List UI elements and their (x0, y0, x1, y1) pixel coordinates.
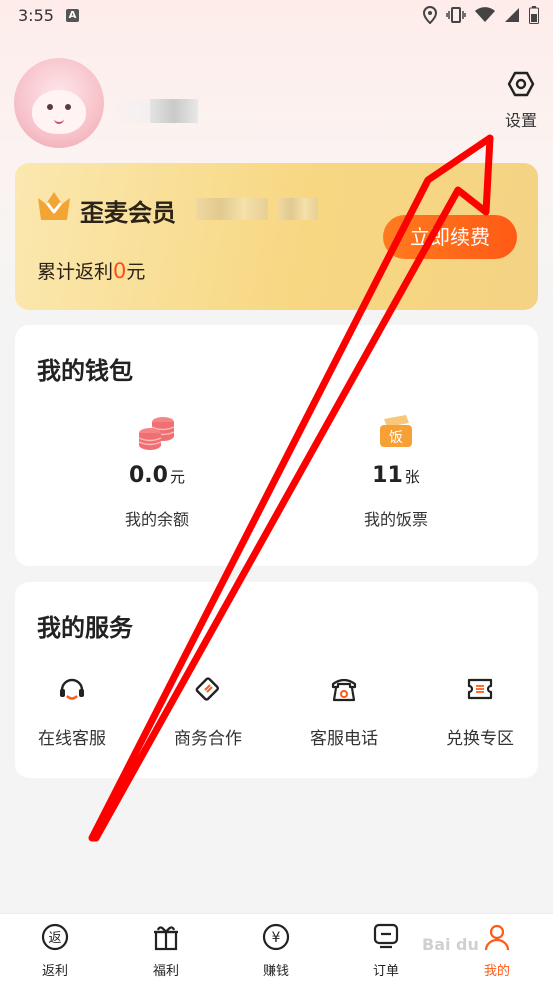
total-rebate-value: 0 (113, 259, 127, 283)
status-icons (422, 5, 539, 28)
wifi-icon (475, 7, 495, 27)
vip-card[interactable]: 歪麦会员 累计返利0元 立即续费 (15, 163, 538, 310)
service-label: 商务合作 (174, 729, 242, 749)
order-icon (373, 923, 399, 949)
balance-amount: 0.0 (129, 463, 168, 488)
meal-ticket-badge: 饭 (389, 430, 403, 446)
wallet-card: 我的钱包 0.0 元 我的余额 饭 11 张 我的饭票 (15, 325, 538, 566)
rebate-icon: 返 (41, 923, 69, 951)
tickets-unit: 张 (404, 468, 420, 486)
vip-title: 歪麦会员 (80, 199, 176, 227)
baidu-watermark: Bai du (422, 935, 479, 954)
rebate-glyph: 返 (48, 931, 61, 946)
nav-item-rebate[interactable]: 返 返利 (15, 922, 95, 979)
service-label: 在线客服 (38, 729, 106, 749)
avatar-eye-right (65, 104, 71, 110)
nav-item-earn[interactable]: ¥ 赚钱 (236, 922, 316, 979)
nav-label: 订单 (372, 964, 399, 979)
avatar-face (32, 90, 86, 134)
vip-info-redacted-2 (278, 198, 318, 220)
service-business[interactable]: 商务合作 (148, 674, 268, 749)
signal-icon (504, 7, 520, 27)
coin-stack-icon (138, 417, 175, 450)
avatar-eye-left (47, 104, 53, 110)
nav-label: 我的 (483, 964, 510, 979)
username-redacted (150, 99, 198, 123)
tickets-amount: 11 (372, 463, 403, 488)
nav-label: 福利 (152, 964, 179, 979)
settings-label: 设置 (504, 111, 537, 130)
tickets-item[interactable]: 饭 11 张 我的饭票 (296, 413, 496, 530)
handshake-icon (195, 677, 219, 701)
user-icon (484, 924, 510, 951)
total-rebate: 累计返利0元 (37, 257, 145, 284)
wallet-title: 我的钱包 (37, 357, 133, 385)
balance-unit: 元 (169, 468, 185, 486)
tickets-value: 11 张 (296, 463, 496, 488)
balance-label: 我的余额 (124, 510, 189, 529)
nav-label: 返利 (41, 964, 68, 979)
renew-button[interactable]: 立即续费 (383, 215, 517, 259)
battery-icon (529, 6, 539, 28)
username-blur (112, 99, 150, 123)
total-rebate-label: 累计返利 (37, 261, 114, 283)
tickets-label: 我的饭票 (363, 510, 428, 529)
avatar[interactable] (14, 58, 104, 148)
meal-ticket-icon: 饭 (380, 415, 412, 447)
services-card: 我的服务 在线客服 商务合作 客服电话 兑换专区 (15, 582, 538, 778)
balance-value: 0.0 元 (57, 463, 257, 488)
total-rebate-unit: 元 (126, 261, 146, 283)
headset-icon (60, 678, 84, 700)
crown-icon (36, 190, 72, 226)
gear-icon (507, 71, 535, 97)
service-label: 兑换专区 (446, 729, 514, 749)
balance-item[interactable]: 0.0 元 我的余额 (57, 413, 257, 530)
location-icon (422, 5, 438, 28)
notification-a-icon: A (66, 9, 79, 22)
vibrate-icon (446, 6, 466, 28)
services-title: 我的服务 (37, 614, 133, 642)
yuan-icon: ¥ (262, 923, 290, 951)
service-label: 客服电话 (310, 729, 378, 749)
settings-button[interactable]: 设置 (498, 70, 544, 136)
nav-item-welfare[interactable]: 福利 (126, 922, 206, 979)
nav-item-orders[interactable]: 订单 (346, 922, 426, 979)
yuan-glyph: ¥ (272, 930, 281, 946)
service-exchange[interactable]: 兑换专区 (420, 674, 540, 749)
nav-label: 赚钱 (262, 964, 289, 979)
status-time: 3:55 (18, 6, 54, 25)
service-phone[interactable]: 客服电话 (284, 674, 404, 749)
vip-info-redacted-1 (196, 198, 268, 220)
service-online-support[interactable]: 在线客服 (12, 674, 132, 749)
exchange-ticket-icon (467, 678, 493, 700)
status-bar: 3:55 A (0, 0, 553, 32)
phone-icon (331, 678, 357, 702)
gift-icon (154, 926, 178, 951)
